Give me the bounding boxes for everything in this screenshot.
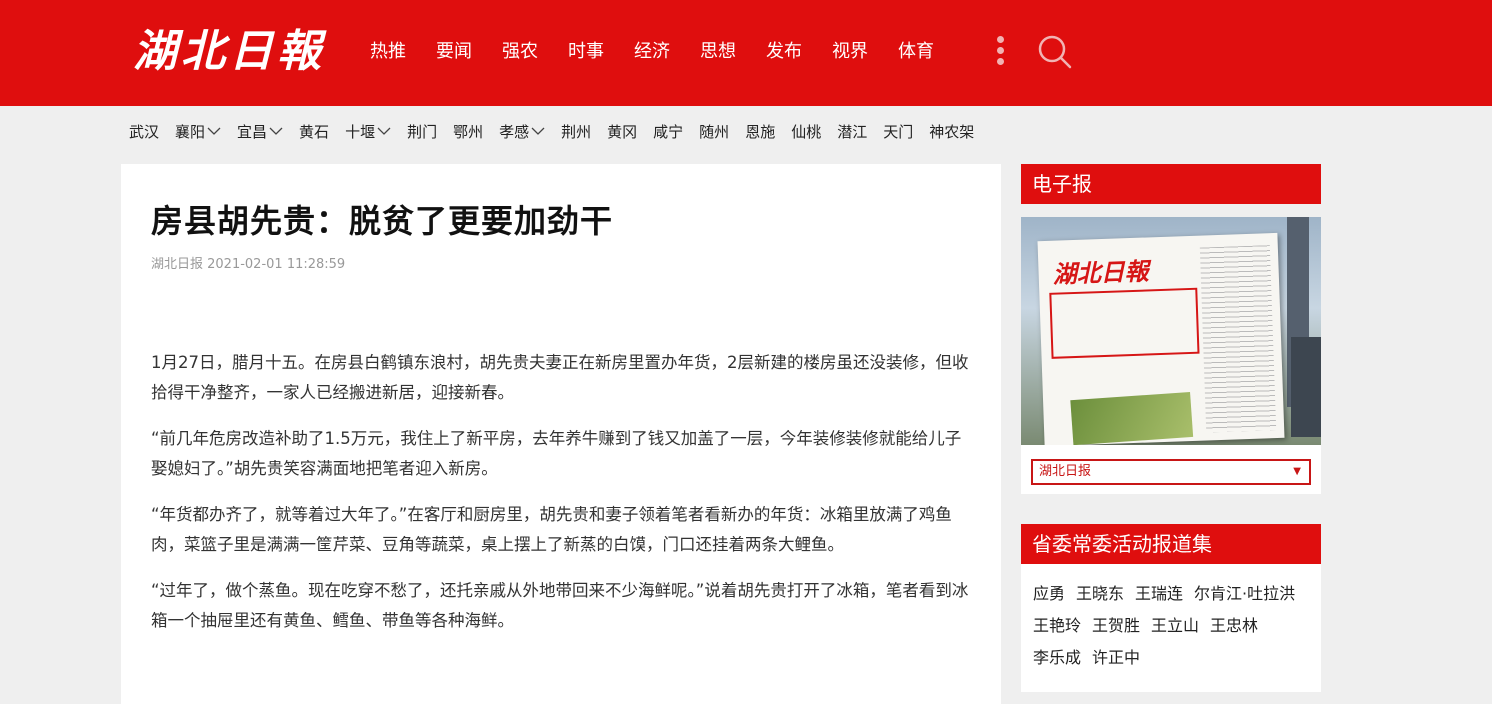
leader-link[interactable]: 应勇	[1033, 578, 1065, 610]
region-item[interactable]: 十堰	[345, 121, 391, 142]
leader-link[interactable]: 王瑞连	[1135, 578, 1183, 610]
article-paragraph: “过年了，做个蒸鱼。现在吃穿不愁了，还托亲戚从外地带回来不少海鲜呢。”说着胡先贵…	[151, 581, 969, 630]
region-item[interactable]: 潜江	[837, 121, 867, 142]
leader-link[interactable]: 王忠林	[1210, 610, 1258, 642]
epaper-box: 湖北日報 湖北日报 ▼	[1021, 217, 1321, 494]
nav-item[interactable]: 经济	[634, 38, 670, 66]
nav-item[interactable]: 强农	[502, 38, 538, 66]
region-label: 随州	[699, 122, 730, 141]
newspaper-logo: 湖北日報	[1052, 256, 1150, 289]
region-label: 宜昌	[237, 122, 268, 141]
article-body: 1月27日，腊月十五。在房县白鹤镇东浪村，胡先贵夫妻正在新房里置办年货，2层新建…	[151, 348, 971, 652]
epaper-select-value: 湖北日报	[1039, 464, 1092, 479]
region-item[interactable]: 随州	[699, 121, 729, 142]
article-title: 房县胡先贵：脱贫了更要加劲干	[151, 202, 614, 240]
region-label: 天门	[883, 122, 914, 141]
region-item[interactable]: 仙桃	[791, 121, 821, 142]
newspaper-text-columns	[1199, 245, 1277, 433]
region-item[interactable]: 鄂州	[453, 121, 483, 142]
region-item[interactable]: 襄阳	[175, 121, 221, 142]
region-label: 荆门	[407, 122, 438, 141]
site-logo[interactable]: 湖北日報	[133, 26, 325, 78]
region-item[interactable]: 咸宁	[653, 121, 683, 142]
article-panel: 房县胡先贵：脱贫了更要加劲干 湖北日报 2021-02-01 11:28:59 …	[121, 164, 1001, 704]
region-item[interactable]: 孝感	[499, 121, 545, 142]
region-item[interactable]: 武汉	[129, 121, 159, 142]
article-paragraph: “年货都办齐了，就等着过大年了。”在客厅和厨房里，胡先贵和妻子领着笔者看新办的年…	[151, 505, 952, 554]
leader-link[interactable]: 尔肯江·吐拉洪	[1194, 578, 1295, 610]
chevron-down-icon	[269, 127, 283, 135]
chevron-down-icon	[207, 127, 221, 135]
background-building	[1291, 337, 1321, 437]
leader-link[interactable]: 王贺胜	[1092, 610, 1140, 642]
nav-item[interactable]: 思想	[700, 38, 736, 66]
region-label: 仙桃	[791, 122, 822, 141]
chevron-down-icon	[531, 127, 545, 135]
region-item[interactable]: 黄冈	[607, 121, 637, 142]
newspaper-photo	[1070, 391, 1194, 445]
nav-item[interactable]: 体育	[898, 38, 934, 66]
region-item[interactable]: 天门	[883, 121, 913, 142]
region-label: 鄂州	[453, 122, 484, 141]
nav-item[interactable]: 要闻	[436, 38, 472, 66]
region-item[interactable]: 黄石	[299, 121, 329, 142]
region-item[interactable]: 神农架	[929, 121, 974, 142]
region-label: 黄冈	[607, 122, 638, 141]
leaders-header: 省委常委活动报道集	[1021, 524, 1321, 564]
more-menu-icon[interactable]	[997, 36, 1007, 68]
region-label: 潜江	[837, 122, 868, 141]
nav-item[interactable]: 时事	[568, 38, 604, 66]
region-label: 武汉	[129, 122, 160, 141]
leaders-list: 应勇 王晓东 王瑞连 尔肯江·吐拉洪王艳玲 王贺胜 王立山 王忠林李乐成 许正中	[1033, 578, 1313, 674]
nav-item[interactable]: 热推	[370, 38, 406, 66]
top-header: 湖北日報 热推 要闻 强农 时事 经济 思想 发布 视界 体育	[0, 0, 1492, 106]
main-nav: 热推 要闻 强农 时事 经济 思想 发布 视界 体育	[370, 38, 964, 66]
region-label: 咸宁	[653, 122, 684, 141]
region-label: 十堰	[345, 122, 376, 141]
region-item[interactable]: 宜昌	[237, 121, 283, 142]
epaper-select[interactable]: 湖北日报 ▼	[1031, 459, 1311, 485]
region-item[interactable]: 恩施	[745, 121, 775, 142]
region-item[interactable]: 荆州	[561, 121, 591, 142]
epaper-thumbnail[interactable]: 湖北日報	[1021, 217, 1321, 445]
leader-link[interactable]: 许正中	[1092, 642, 1140, 674]
region-label: 恩施	[745, 122, 776, 141]
leader-link[interactable]: 王艳玲	[1033, 610, 1081, 642]
nav-item[interactable]: 视界	[832, 38, 868, 66]
article-paragraph: “前几年危房改造补助了1.5万元，我住上了新平房，去年养牛赚到了钱又加盖了一层，…	[151, 429, 962, 478]
article-meta: 湖北日报 2021-02-01 11:28:59	[151, 257, 346, 272]
chevron-down-icon	[377, 127, 391, 135]
region-label: 荆州	[561, 122, 592, 141]
region-label: 孝感	[499, 122, 530, 141]
newspaper-image: 湖北日報	[1037, 232, 1285, 445]
newspaper-headline-box	[1049, 287, 1200, 359]
dropdown-caret-icon: ▼	[1293, 466, 1301, 477]
region-label: 神农架	[929, 122, 975, 141]
search-icon[interactable]	[1037, 34, 1073, 70]
leader-link[interactable]: 王立山	[1151, 610, 1199, 642]
region-item[interactable]: 荆门	[407, 121, 437, 142]
epaper-header: 电子报	[1021, 164, 1321, 204]
nav-item[interactable]: 发布	[766, 38, 802, 66]
region-label: 黄石	[299, 122, 330, 141]
region-nav: 武汉 襄阳 宜昌 黄石 十堰 荆门 鄂州 孝感 荆州 黄冈 咸宁 随州 恩施 仙桃 潜江 天门 神农架	[129, 118, 990, 144]
leader-link[interactable]: 李乐成	[1033, 642, 1081, 674]
article-paragraph: 1月27日，腊月十五。在房县白鹤镇东浪村，胡先贵夫妻正在新房里置办年货，2层新建…	[151, 353, 969, 402]
leaders-box: 应勇 王晓东 王瑞连 尔肯江·吐拉洪王艳玲 王贺胜 王立山 王忠林李乐成 许正中	[1021, 564, 1321, 692]
leader-link[interactable]: 王晓东	[1076, 578, 1124, 610]
region-label: 襄阳	[175, 122, 206, 141]
